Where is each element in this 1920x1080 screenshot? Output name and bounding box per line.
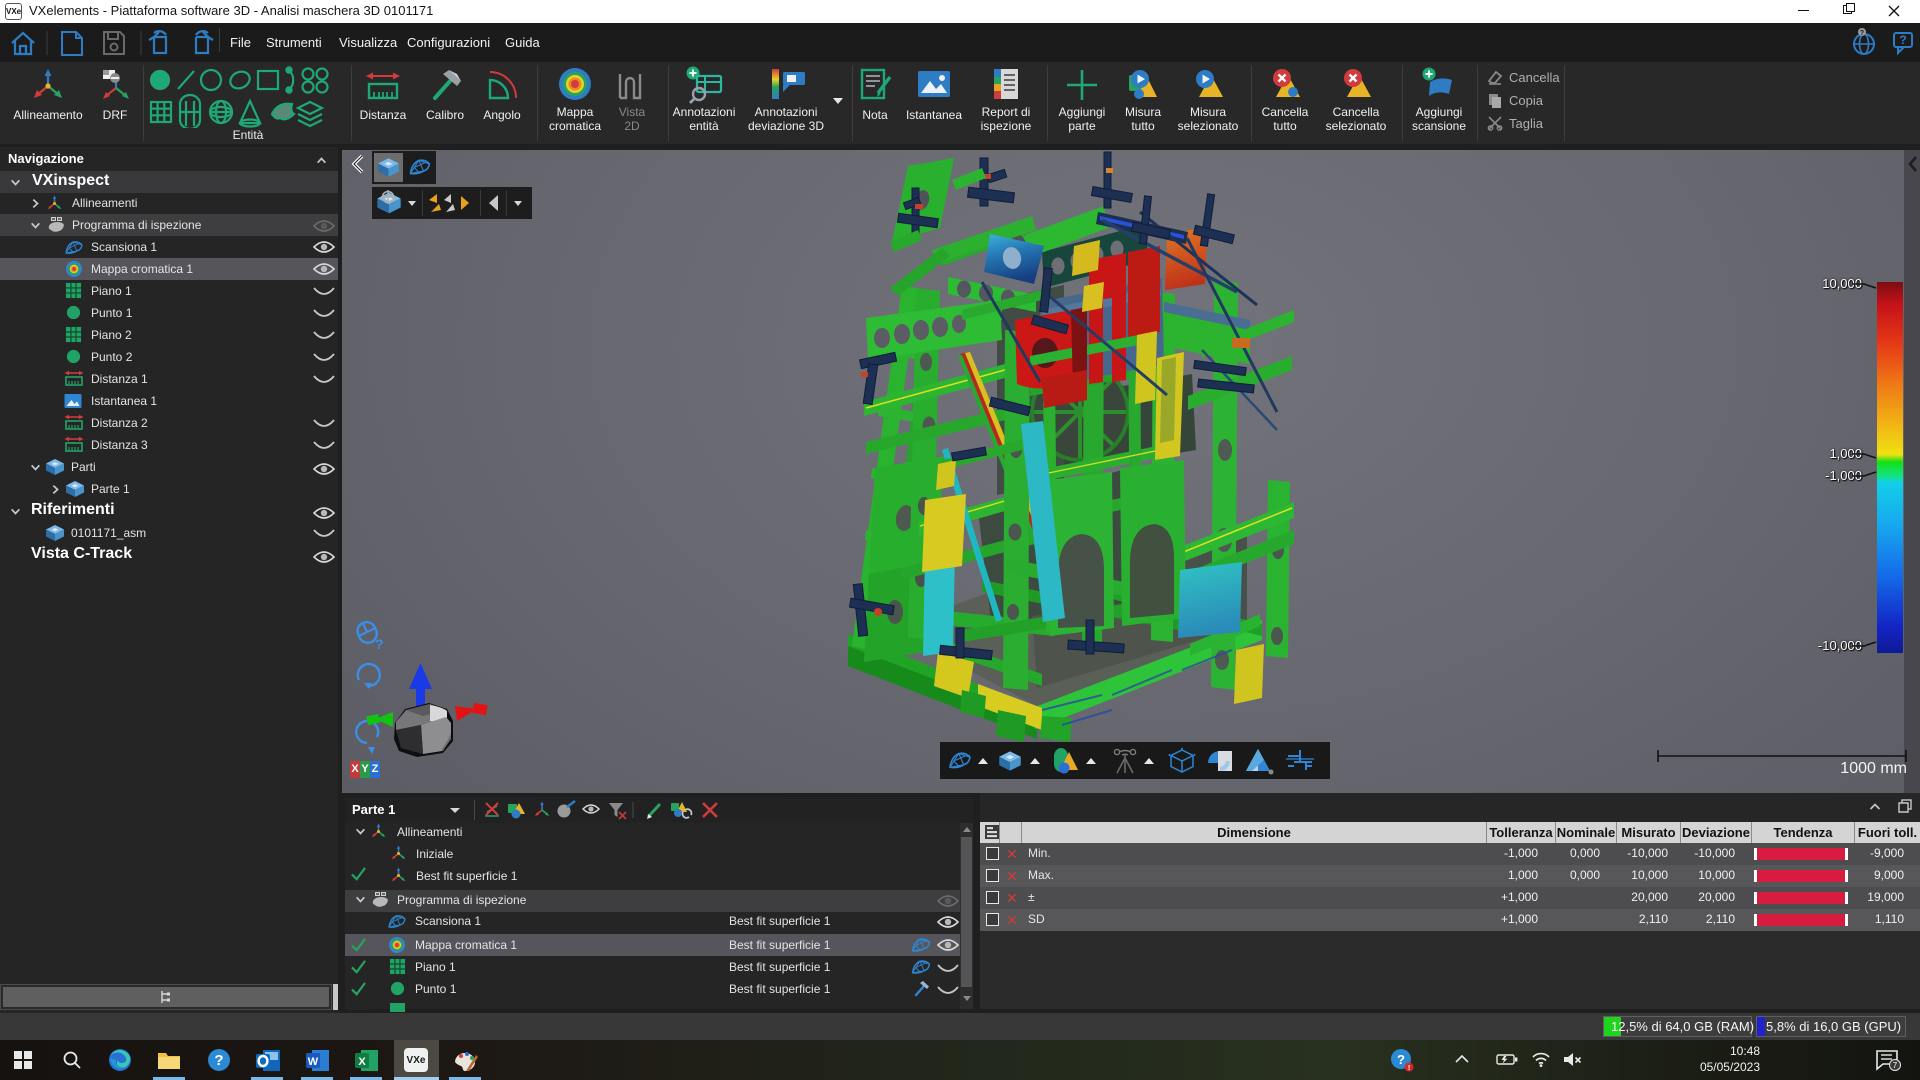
svg-text:7: 7 [1893, 1061, 1898, 1070]
svg-text:?: ? [1397, 1052, 1405, 1067]
svg-text:W: W [308, 1056, 319, 1068]
svg-text:?: ? [214, 1052, 223, 1069]
svg-text:?: ? [1860, 30, 1864, 37]
svg-text:!: ! [1408, 1065, 1410, 1072]
svg-text:?: ? [1899, 33, 1906, 47]
svg-text:X: X [358, 1056, 366, 1068]
